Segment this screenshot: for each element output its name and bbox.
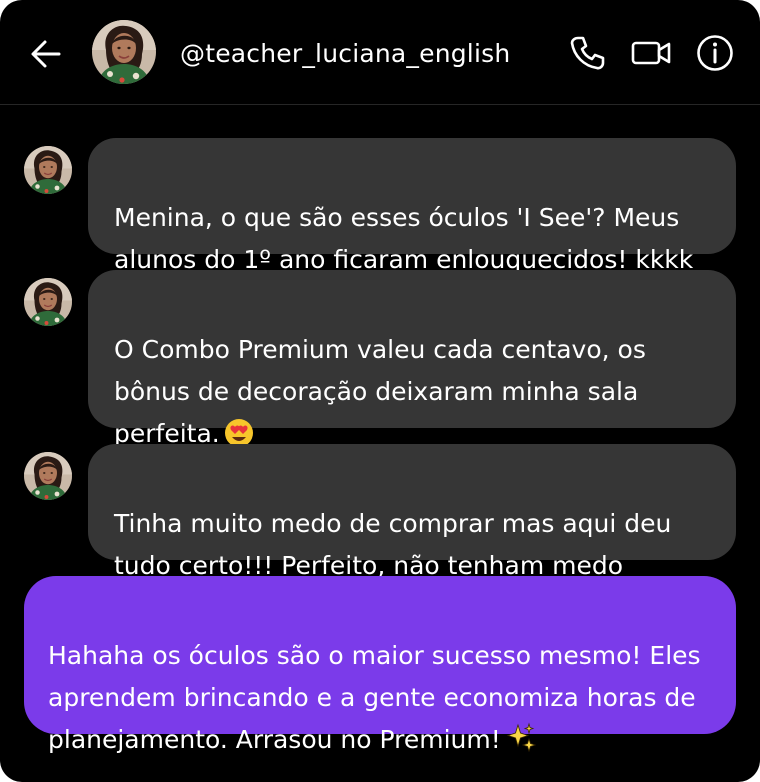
message-bubble-incoming[interactable]: Menina, o que são esses óculos 'I See'? …	[88, 138, 736, 274]
video-call-button[interactable]	[630, 32, 672, 74]
sender-avatar[interactable]	[24, 452, 72, 500]
message-text: Hahaha os óculos são o maior sucesso mes…	[48, 641, 701, 754]
message-text: O Combo Premium valeu cada centavo, os b…	[114, 335, 646, 448]
sparkles-emoji	[505, 722, 537, 767]
phone-icon	[570, 36, 605, 70]
sender-avatar[interactable]	[24, 146, 72, 194]
chat-window: @teacher_luciana_english Menina, o que s…	[0, 0, 760, 782]
chat-header: @teacher_luciana_english	[0, 0, 760, 105]
message-text: Menina, o que são esses óculos 'I See'? …	[114, 203, 694, 274]
message-bubble-incoming[interactable]: Tinha muito medo de comprar mas aqui deu…	[88, 444, 736, 580]
message-bubble-incoming[interactable]: O Combo Premium valeu cada centavo, os b…	[88, 270, 736, 448]
back-arrow-icon	[31, 40, 61, 68]
sender-avatar[interactable]	[24, 278, 72, 326]
username[interactable]: @teacher_luciana_english	[180, 34, 510, 74]
info-icon	[697, 35, 733, 71]
profile-avatar[interactable]	[92, 20, 156, 84]
message-text: Tinha muito medo de comprar mas aqui deu…	[114, 509, 672, 580]
message-bubble-outgoing[interactable]: Hahaha os óculos são o maior sucesso mes…	[24, 576, 736, 754]
call-button[interactable]	[566, 32, 608, 74]
back-button[interactable]	[26, 34, 66, 74]
video-camera-icon	[631, 41, 671, 65]
info-button[interactable]	[694, 32, 736, 74]
